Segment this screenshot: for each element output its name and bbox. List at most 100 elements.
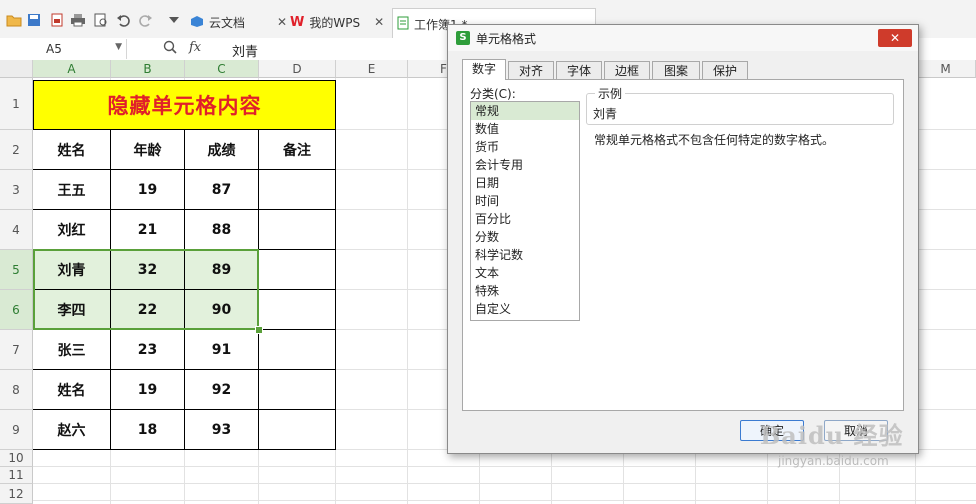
row-header-3[interactable]: 3 — [0, 170, 33, 210]
cell-age[interactable]: 23 — [111, 330, 185, 370]
cell-name[interactable]: 赵六 — [33, 410, 111, 450]
category-item[interactable]: 分数 — [471, 228, 579, 246]
row-header-1[interactable]: 1 — [0, 78, 33, 130]
tab-my-wps[interactable]: W 我的WPS ✕ — [290, 8, 390, 36]
sample-value: 刘青 — [593, 107, 618, 121]
print-preview-icon[interactable] — [93, 12, 109, 28]
cancel-button[interactable]: 取消 — [824, 420, 888, 441]
column-header-m[interactable]: M — [916, 60, 976, 78]
cell-note[interactable] — [259, 330, 336, 370]
cell-age[interactable]: 19 — [111, 170, 185, 210]
tab-alignment[interactable]: 对齐 — [508, 61, 554, 79]
tab-pattern[interactable]: 图案 — [652, 61, 700, 79]
category-item[interactable]: 科学记数 — [471, 246, 579, 264]
column-header-d[interactable]: D — [259, 60, 336, 78]
category-item[interactable]: 数值 — [471, 120, 579, 138]
category-list[interactable]: 常规 数值 货币 会计专用 日期 时间 百分比 分数 科学记数 文本 特殊 自定… — [470, 101, 580, 321]
cell-name[interactable]: 刘青 — [33, 250, 111, 290]
close-tab-icon[interactable]: ✕ — [374, 15, 384, 29]
dialog-title-bar[interactable]: S 单元格格式 ✕ — [448, 25, 918, 51]
cell-name[interactable]: 姓名 — [33, 370, 111, 410]
tab-border[interactable]: 边框 — [604, 61, 650, 79]
cell-age[interactable]: 21 — [111, 210, 185, 250]
tab-number[interactable]: 数字 — [462, 59, 506, 80]
column-header-a[interactable]: A — [33, 60, 111, 78]
redo-icon[interactable] — [138, 12, 154, 28]
category-item[interactable]: 自定义 — [471, 300, 579, 318]
zoom-search-icon[interactable] — [163, 40, 177, 57]
cell-note[interactable] — [259, 170, 336, 210]
cell-note[interactable] — [259, 250, 336, 290]
close-button[interactable]: ✕ — [878, 29, 912, 47]
cell-note[interactable] — [259, 290, 336, 330]
export-pdf-icon[interactable] — [49, 12, 65, 28]
cell-score[interactable]: 92 — [185, 370, 259, 410]
cell-name[interactable]: 李四 — [33, 290, 111, 330]
close-tab-icon[interactable]: ✕ — [277, 15, 287, 29]
category-item[interactable]: 特殊 — [471, 282, 579, 300]
cell-score[interactable]: 89 — [185, 250, 259, 290]
cell-name[interactable]: 刘红 — [33, 210, 111, 250]
row-header-8[interactable]: 8 — [0, 370, 33, 410]
fill-handle[interactable] — [255, 326, 263, 334]
cell-age[interactable]: 32 — [111, 250, 185, 290]
cell-score[interactable]: 93 — [185, 410, 259, 450]
column-header-c[interactable]: C — [185, 60, 259, 78]
save-icon[interactable] — [26, 12, 42, 28]
row-header-10[interactable]: 10 — [0, 450, 33, 467]
category-item[interactable]: 时间 — [471, 192, 579, 210]
more-dropdown-icon[interactable] — [166, 12, 182, 28]
cell-note[interactable] — [259, 410, 336, 450]
select-all-corner[interactable] — [0, 60, 33, 78]
column-header-e[interactable]: E — [336, 60, 408, 78]
category-label: 分类(C): — [470, 87, 516, 101]
row-header-4[interactable]: 4 — [0, 210, 33, 250]
cell-name[interactable]: 王五 — [33, 170, 111, 210]
tab-cloud-docs[interactable]: 云文档 ✕ — [190, 8, 288, 36]
category-item[interactable]: 货币 — [471, 138, 579, 156]
category-item[interactable]: 会计专用 — [471, 156, 579, 174]
category-item[interactable]: 日期 — [471, 174, 579, 192]
cell-note[interactable] — [259, 210, 336, 250]
row-header-6[interactable]: 6 — [0, 290, 33, 330]
row-header-2[interactable]: 2 — [0, 130, 33, 170]
open-folder-icon[interactable] — [6, 12, 22, 28]
row-header-7[interactable]: 7 — [0, 330, 33, 370]
tab-protection[interactable]: 保护 — [702, 61, 748, 79]
category-item[interactable]: 百分比 — [471, 210, 579, 228]
merged-title-cell[interactable]: 隐藏单元格内容 — [33, 80, 336, 130]
ok-button[interactable]: 确定 — [740, 420, 804, 441]
column-header-b[interactable]: B — [111, 60, 185, 78]
cell-score[interactable]: 87 — [185, 170, 259, 210]
cell-age[interactable]: 19 — [111, 370, 185, 410]
category-item[interactable]: 文本 — [471, 264, 579, 282]
formula-input[interactable]: 刘青 — [232, 41, 258, 60]
cell-score[interactable]: 90 — [185, 290, 259, 330]
cell-age[interactable]: 22 — [111, 290, 185, 330]
tab-font[interactable]: 字体 — [556, 61, 602, 79]
cell-age[interactable]: 18 — [111, 410, 185, 450]
cell-note[interactable] — [259, 370, 336, 410]
category-item-general[interactable]: 常规 — [471, 102, 579, 120]
chevron-down-icon[interactable]: ▼ — [115, 42, 122, 52]
format-description: 常规单元格格式不包含任何特定的数字格式。 — [594, 133, 835, 147]
row-header-5[interactable]: 5 — [0, 250, 33, 290]
undo-icon[interactable] — [115, 12, 131, 28]
row-header-12[interactable]: 12 — [0, 484, 33, 504]
header-cell-score[interactable]: 成绩 — [185, 130, 259, 170]
tab-label: 云文档 — [209, 15, 246, 30]
header-cell-age[interactable]: 年龄 — [111, 130, 185, 170]
row-header-9[interactable]: 9 — [0, 410, 33, 450]
row-header-11[interactable]: 11 — [0, 467, 33, 484]
function-icon[interactable]: fx — [189, 40, 201, 55]
dialog-title: 单元格格式 — [476, 32, 537, 46]
cell-name[interactable]: 张三 — [33, 330, 111, 370]
spreadsheet-icon — [397, 16, 409, 33]
cell-score[interactable]: 88 — [185, 210, 259, 250]
name-box[interactable]: A5 ▼ — [0, 39, 127, 59]
print-icon[interactable] — [70, 12, 86, 28]
cell-score[interactable]: 91 — [185, 330, 259, 370]
header-cell-note[interactable]: 备注 — [259, 130, 336, 170]
header-cell-name[interactable]: 姓名 — [33, 130, 111, 170]
cloud-icon — [190, 15, 204, 30]
